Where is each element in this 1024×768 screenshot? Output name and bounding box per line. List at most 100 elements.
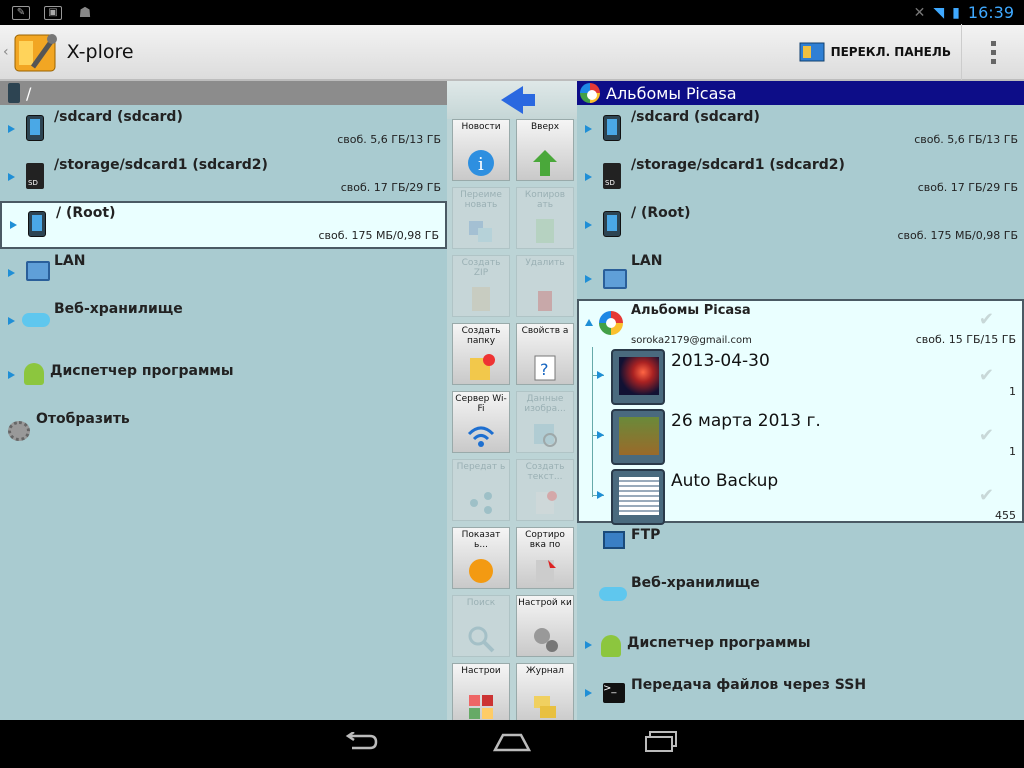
- right-item-web-storage[interactable]: Веб-хранилище: [577, 571, 1024, 619]
- recent-apps-icon: [645, 731, 677, 752]
- right-panel[interactable]: Альбомы Picasa /sdcard (sdcard) своб. 5,…: [577, 81, 1024, 720]
- copy-icon: [536, 219, 554, 243]
- gears-icon: [534, 628, 558, 652]
- settings-button[interactable]: Настрой ки: [516, 595, 574, 657]
- album-item[interactable]: 26 марта 2013 г. ✔ 1: [579, 407, 1022, 467]
- home-button[interactable]: [492, 729, 532, 759]
- item-name: /sdcard (sdcard): [631, 109, 760, 125]
- right-item-sdcard2[interactable]: /storage/sdcard1 (sdcard2) своб. 17 ГБ/2…: [577, 153, 1024, 201]
- right-item-sdcard[interactable]: /sdcard (sdcard) своб. 5,6 ГБ/13 ГБ: [577, 105, 1024, 153]
- group-name: Альбомы Picasa: [631, 303, 751, 318]
- share-icon: [470, 492, 492, 514]
- go-back-button[interactable]: [447, 81, 577, 119]
- expand-arrow-icon[interactable]: [8, 173, 15, 181]
- item-name: /sdcard (sdcard): [54, 109, 183, 125]
- phone-storage-icon: [603, 115, 621, 141]
- rename-button[interactable]: Переиме новать: [452, 187, 510, 249]
- left-panel[interactable]: / /sdcard (sdcard) своб. 5,6 ГБ/13 ГБ /s…: [0, 81, 447, 720]
- collapse-arrow-icon[interactable]: [585, 319, 593, 326]
- check-icon[interactable]: ✔: [979, 309, 994, 330]
- properties-button[interactable]: Свойств а ?: [516, 323, 574, 385]
- send-button[interactable]: Передат ь: [452, 459, 510, 521]
- left-item-root[interactable]: / (Root) своб. 175 МБ/0,98 ГБ: [0, 201, 447, 249]
- new-text-icon: [536, 491, 557, 514]
- up-caret-icon[interactable]: ‹: [3, 44, 9, 60]
- overflow-menu-button[interactable]: [962, 24, 1024, 80]
- picasa-albums-group[interactable]: Альбомы Picasa ✔ soroka2179@gmail.com св…: [577, 299, 1024, 525]
- expand-arrow-icon[interactable]: [585, 275, 592, 283]
- xplore-app-icon[interactable]: [13, 29, 59, 75]
- news-button[interactable]: Новости i: [452, 119, 510, 181]
- svg-text:?: ?: [540, 360, 549, 379]
- album-item[interactable]: Auto Backup ✔ 455: [579, 467, 1022, 527]
- expand-arrow-icon[interactable]: [585, 221, 592, 229]
- expand-arrow-icon[interactable]: [585, 641, 592, 649]
- right-item-root[interactable]: / (Root) своб. 175 МБ/0,98 ГБ: [577, 201, 1024, 249]
- expand-arrow-icon[interactable]: [585, 125, 592, 133]
- show-button[interactable]: Показат ь...: [452, 527, 510, 589]
- delete-button[interactable]: Удалить: [516, 255, 574, 317]
- up-button[interactable]: Вверх: [516, 119, 574, 181]
- log-button[interactable]: Журнал: [516, 663, 574, 725]
- configure-button[interactable]: Настрои: [452, 663, 510, 725]
- left-item-show[interactable]: Отобразить: [0, 407, 447, 455]
- item-name: LAN: [54, 253, 86, 269]
- expand-arrow-icon[interactable]: [8, 125, 15, 133]
- wifi-server-button[interactable]: Сервер Wi-Fi: [452, 391, 510, 453]
- expand-arrow-icon[interactable]: [597, 491, 604, 499]
- album-count: 1: [1009, 445, 1016, 458]
- create-text-button[interactable]: Создать текст...: [516, 459, 574, 521]
- app-title: X-plore: [66, 41, 134, 63]
- copy-button[interactable]: Копиров ать: [516, 187, 574, 249]
- up-arrow-icon: [533, 150, 557, 176]
- item-free-space: своб. 5,6 ГБ/13 ГБ: [914, 133, 1018, 146]
- expand-arrow-icon[interactable]: [597, 371, 604, 379]
- check-icon[interactable]: ✔: [979, 365, 994, 386]
- expand-arrow-icon[interactable]: [10, 221, 17, 229]
- expand-arrow-icon[interactable]: [8, 371, 15, 379]
- album-item[interactable]: 2013-04-30 ✔ 1: [579, 347, 1022, 407]
- monitor-icon: [603, 531, 625, 549]
- sort-button[interactable]: Сортиро вка по: [516, 527, 574, 589]
- expand-arrow-icon[interactable]: [585, 689, 592, 697]
- recent-apps-button[interactable]: [642, 729, 682, 759]
- item-name: LAN: [631, 253, 663, 269]
- wifi-icon: [467, 426, 495, 447]
- sort-icon: [536, 560, 556, 582]
- clock: 16:39: [967, 3, 1014, 22]
- check-icon[interactable]: ✔: [979, 485, 994, 506]
- expand-arrow-icon[interactable]: [597, 431, 604, 439]
- right-item-ftp[interactable]: FTP: [577, 523, 1024, 571]
- create-folder-button[interactable]: Создать папку: [452, 323, 510, 385]
- status-bar: ✎ ▣ ☗ ✕ ◥ ▮ 16:39: [0, 0, 1024, 25]
- item-free-space: своб. 17 ГБ/29 ГБ: [917, 181, 1018, 194]
- image-data-button[interactable]: Данные изобра...: [516, 391, 574, 453]
- create-zip-button[interactable]: Создать ZIP: [452, 255, 510, 317]
- expand-arrow-icon[interactable]: [8, 317, 15, 325]
- right-item-ssh[interactable]: >_ Передача файлов через SSH: [577, 677, 1024, 720]
- left-item-web-storage[interactable]: Веб-хранилище: [0, 297, 447, 345]
- search-button[interactable]: Поиск: [452, 595, 510, 657]
- bluetooth-off-icon: ✕: [913, 4, 926, 21]
- back-button[interactable]: [342, 729, 382, 759]
- zip-icon: [472, 287, 490, 311]
- right-item-lan[interactable]: LAN: [577, 249, 1024, 297]
- picasa-icon: [580, 83, 600, 103]
- album-name: Auto Backup: [671, 471, 779, 491]
- image-icon: ▣: [44, 5, 62, 20]
- expand-arrow-icon[interactable]: [8, 269, 15, 277]
- right-item-app-manager[interactable]: Диспетчер программы: [577, 619, 1024, 677]
- check-icon[interactable]: ✔: [979, 425, 994, 446]
- left-item-lan[interactable]: LAN: [0, 249, 447, 297]
- switch-panel-button[interactable]: ПЕРЕКЛ. ПАНЕЛЬ: [789, 24, 962, 80]
- left-item-sdcard[interactable]: /sdcard (sdcard) своб. 5,6 ГБ/13 ГБ: [0, 105, 447, 153]
- left-item-app-manager[interactable]: Диспетчер программы: [0, 345, 447, 407]
- left-item-sdcard2[interactable]: /storage/sdcard1 (sdcard2) своб. 17 ГБ/2…: [0, 153, 447, 201]
- item-name: /storage/sdcard1 (sdcard2): [631, 157, 845, 173]
- album-name: 2013-04-30: [671, 351, 770, 371]
- expand-arrow-icon[interactable]: [585, 173, 592, 181]
- navigation-bar: [0, 720, 1024, 768]
- android-icon: [601, 635, 621, 657]
- sdcard-icon: [603, 163, 621, 189]
- switch-panel-icon: [799, 42, 825, 62]
